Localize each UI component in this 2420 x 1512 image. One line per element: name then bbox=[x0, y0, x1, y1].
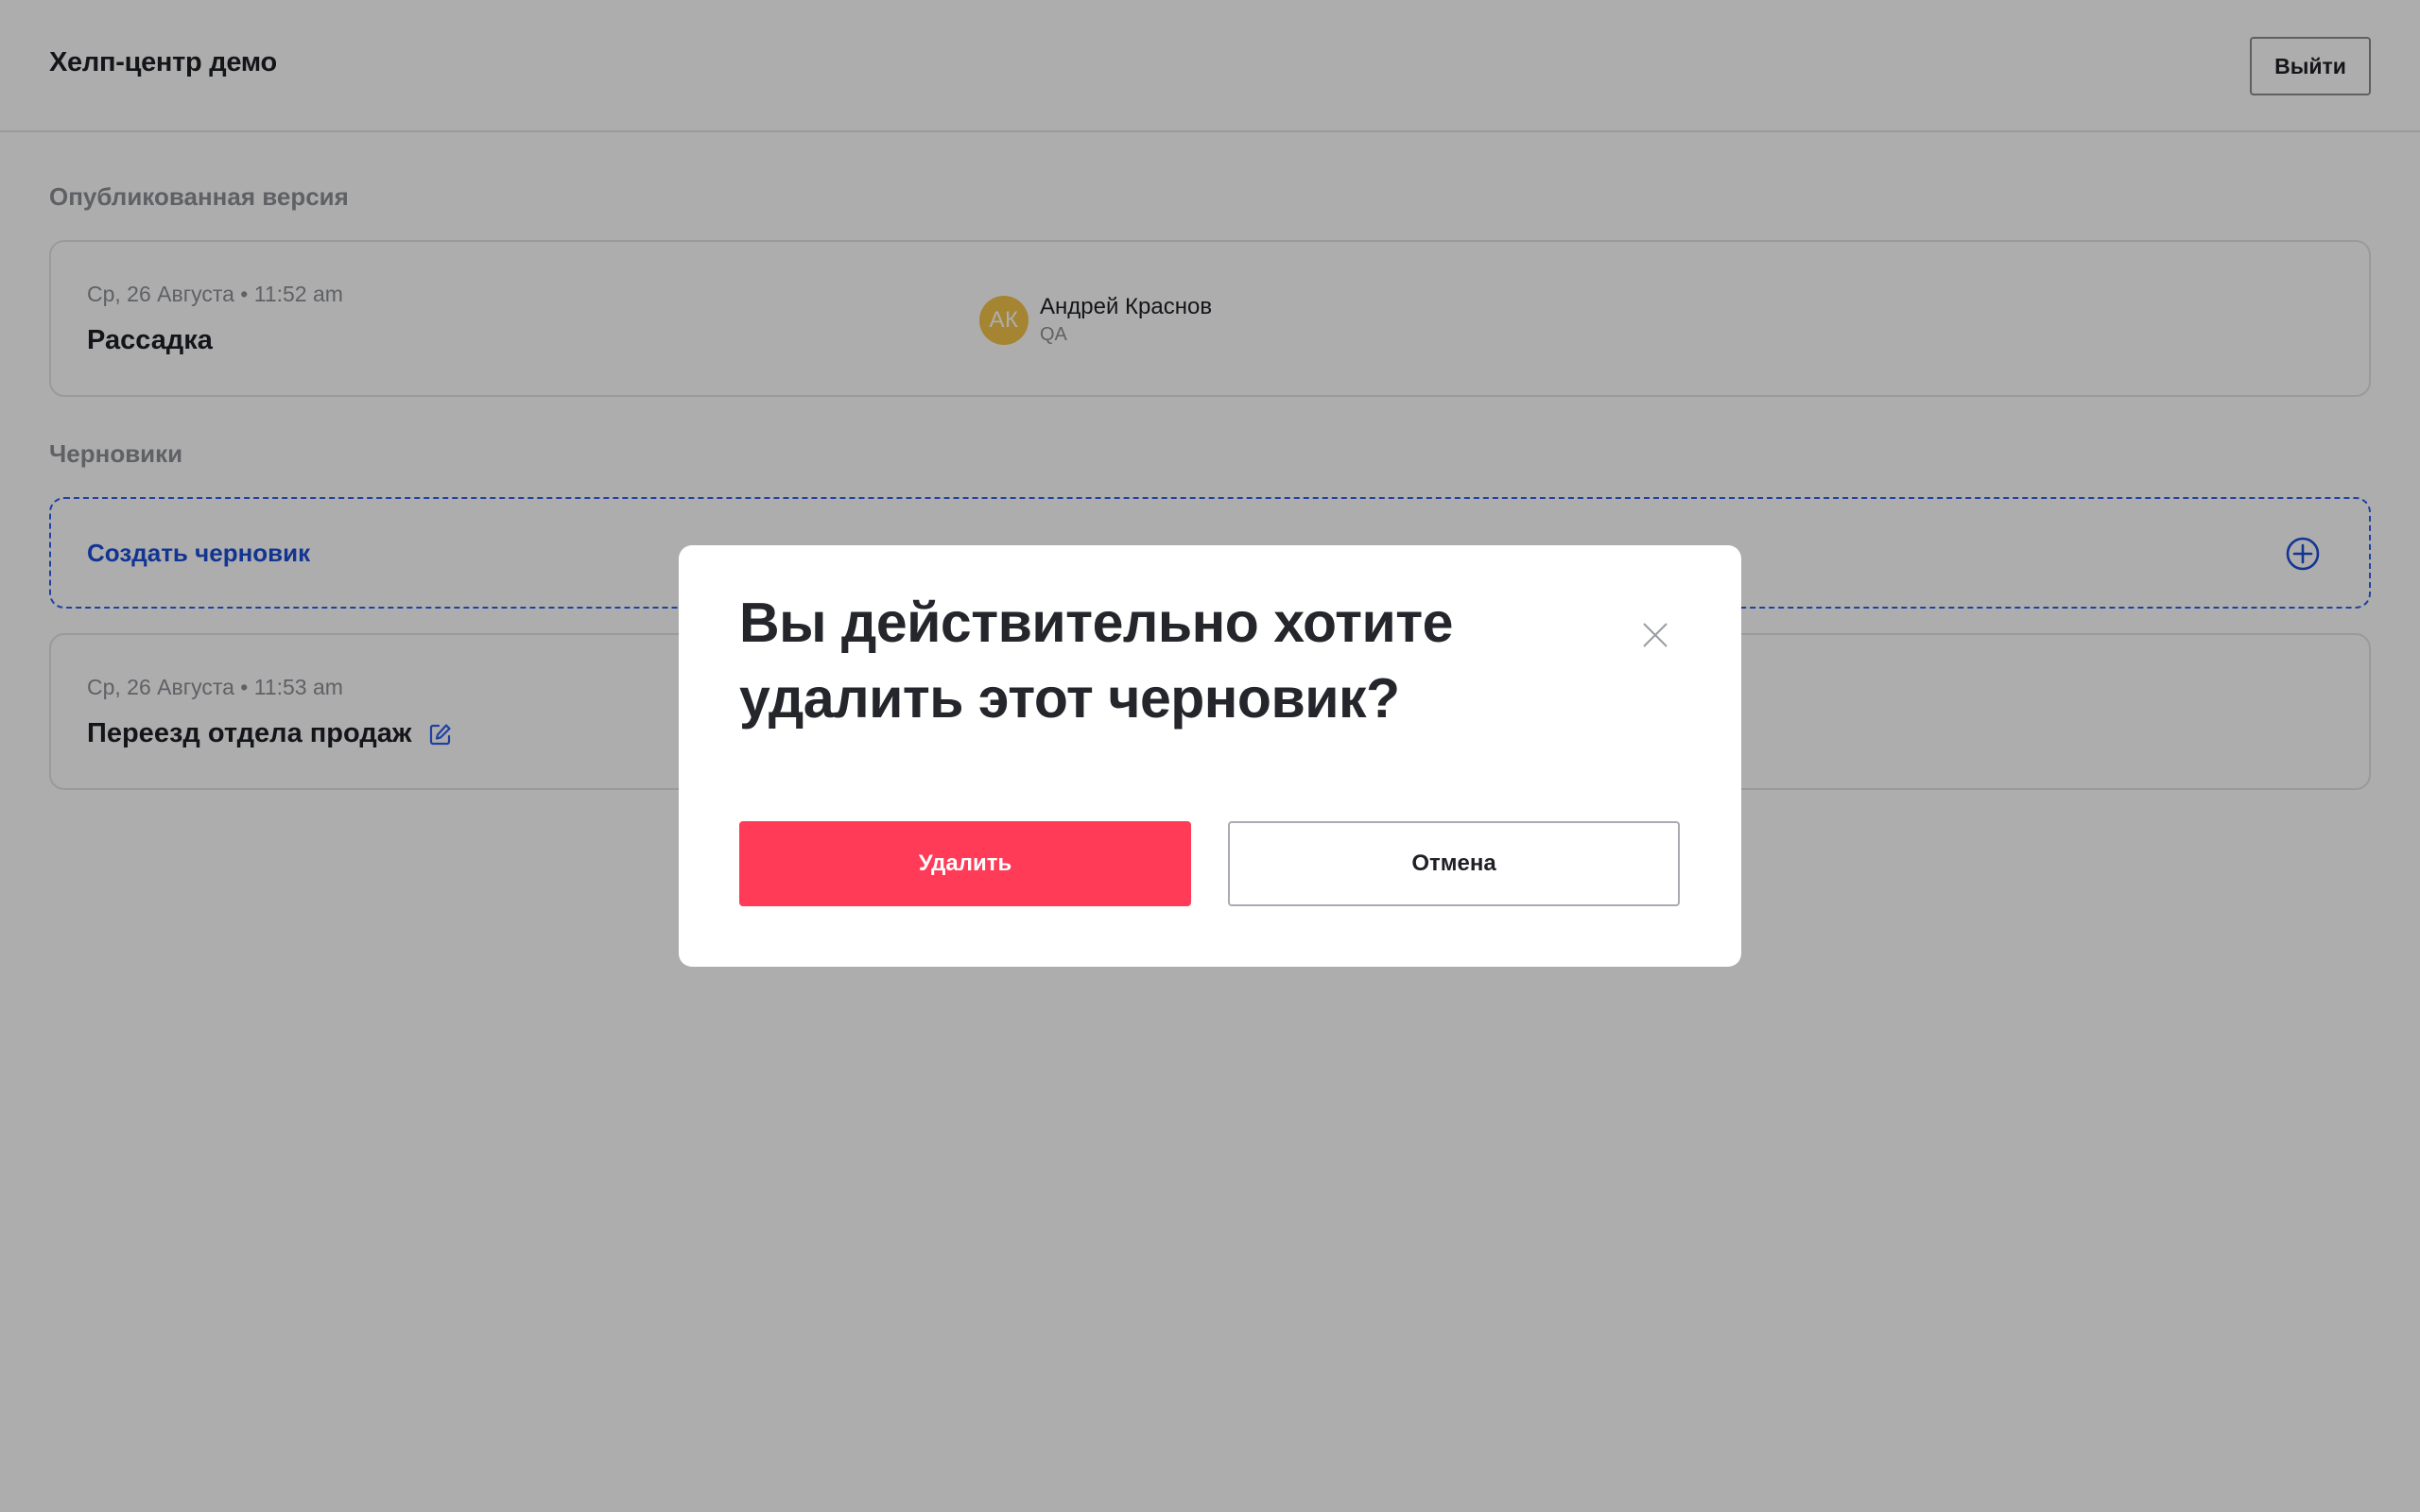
close-icon[interactable] bbox=[1641, 621, 1669, 649]
confirm-delete-dialog: Вы действительно хотите удалить этот чер… bbox=[679, 545, 1741, 967]
dialog-title: Вы действительно хотите удалить этот чер… bbox=[739, 592, 1453, 730]
delete-button[interactable]: Удалить bbox=[739, 821, 1191, 906]
cancel-button[interactable]: Отмена bbox=[1228, 821, 1680, 906]
page: Хелп-центр демо Выйти Опубликованная вер… bbox=[0, 0, 2420, 1512]
